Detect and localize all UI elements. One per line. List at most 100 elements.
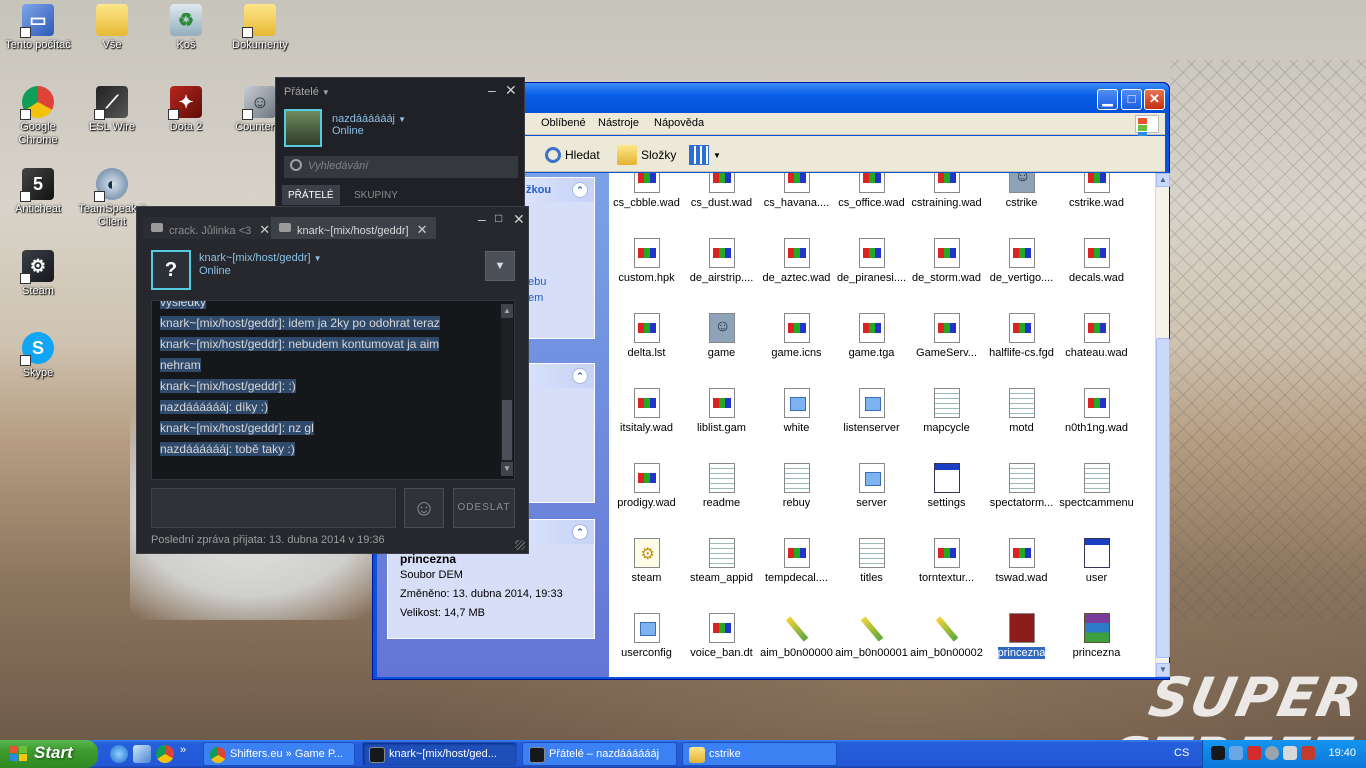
file-item[interactable]: cs_cbble.wad: [609, 173, 684, 209]
collapse-chevron-icon[interactable]: ⌃: [572, 524, 588, 540]
file-item[interactable]: aim_b0n00001: [834, 613, 909, 659]
file-item[interactable]: delta.lst: [609, 313, 684, 359]
file-item[interactable]: aim_b0n00000: [759, 613, 834, 659]
file-item[interactable]: princezna: [984, 613, 1059, 659]
maximize-button[interactable]: □: [1121, 89, 1142, 110]
desktop-icon-skype[interactable]: S Skype: [0, 332, 76, 380]
file-item[interactable]: chateau.wad: [1059, 313, 1134, 359]
views-button[interactable]: ▼: [689, 144, 721, 166]
file-item[interactable]: cs_office.wad: [834, 173, 909, 209]
internet-explorer-icon[interactable]: [110, 745, 128, 763]
scroll-down-button[interactable]: ▼: [501, 462, 513, 476]
desktop-icon-anticheat[interactable]: 5 Anticheat: [0, 168, 76, 216]
file-item[interactable]: game.icns: [759, 313, 834, 359]
friends-search-input[interactable]: Vyhledávání: [284, 156, 518, 178]
security-tray-icon[interactable]: [1301, 746, 1315, 760]
scroll-up-button[interactable]: ▲: [501, 304, 513, 318]
file-item[interactable]: steam: [609, 538, 684, 584]
network-tray-icon[interactable]: [1229, 746, 1243, 760]
minimize-button[interactable]: ▁: [1097, 89, 1118, 110]
desktop-icon-chrome[interactable]: Google Chrome: [0, 86, 76, 147]
file-item[interactable]: white: [759, 388, 834, 434]
file-list-scrollbar[interactable]: ▲ ▼: [1155, 173, 1170, 677]
send-button[interactable]: ODESLAT: [453, 488, 515, 528]
quicklaunch-more-icon[interactable]: »: [180, 744, 192, 762]
scroll-up-button[interactable]: ▲: [1156, 173, 1170, 187]
close-button[interactable]: ✕: [505, 82, 517, 99]
file-item[interactable]: GameServ...: [909, 313, 984, 359]
menu-nastroje[interactable]: Nástroje: [598, 117, 639, 129]
antivirus-tray-icon[interactable]: [1247, 746, 1261, 760]
file-item[interactable]: princezna: [1059, 613, 1134, 659]
start-button[interactable]: Start: [0, 740, 98, 768]
file-item[interactable]: tempdecal....: [759, 538, 834, 584]
menu-napoveda[interactable]: Nápověda: [654, 117, 704, 129]
file-item[interactable]: cs_havana....: [759, 173, 834, 209]
steam-tray-icon[interactable]: [1211, 746, 1225, 760]
scroll-thumb[interactable]: [502, 400, 512, 460]
file-item[interactable]: de_vertigo....: [984, 238, 1059, 284]
chat-tab-julinka[interactable]: crack. Jůlinka <3 ✕: [143, 217, 279, 239]
desktop-icon-vse[interactable]: Vše: [74, 4, 150, 52]
friends-title-dropdown[interactable]: Přátelé ▼: [284, 86, 330, 98]
file-item[interactable]: user: [1059, 538, 1134, 584]
file-item[interactable]: itsitaly.wad: [609, 388, 684, 434]
desktop-icon-dota2[interactable]: ✦ Dota 2: [148, 86, 224, 134]
file-item[interactable]: de_piranesi....: [834, 238, 909, 284]
file-item[interactable]: motd: [984, 388, 1059, 434]
desktop-icon-documents[interactable]: Dokumenty: [222, 4, 298, 52]
file-item[interactable]: settings: [909, 463, 984, 509]
user-name-dropdown[interactable]: nazdááááááj ▼: [332, 113, 406, 125]
search-button[interactable]: Hledat: [545, 144, 600, 166]
file-item[interactable]: mapcycle: [909, 388, 984, 434]
user-avatar[interactable]: [284, 109, 322, 147]
language-indicator[interactable]: CS: [1174, 747, 1189, 759]
file-item[interactable]: de_aztec.wad: [759, 238, 834, 284]
file-item[interactable]: torntextur...: [909, 538, 984, 584]
file-item[interactable]: halflife-cs.fgd: [984, 313, 1059, 359]
tab-friends[interactable]: PŘÁTELÉ: [282, 185, 340, 205]
close-tab-icon[interactable]: ✕: [259, 222, 270, 237]
file-item[interactable]: de_airstrip....: [684, 238, 759, 284]
close-button[interactable]: ✕: [1144, 89, 1165, 110]
file-item[interactable]: cs_dust.wad: [684, 173, 759, 209]
file-item[interactable]: cstrike.wad: [1059, 173, 1134, 209]
file-item[interactable]: userconfig: [609, 613, 684, 659]
show-desktop-icon[interactable]: [133, 745, 151, 763]
desktop-icon-steam[interactable]: ⚙ Steam: [0, 250, 76, 298]
file-item[interactable]: voice_ban.dt: [684, 613, 759, 659]
file-item[interactable]: prodigy.wad: [609, 463, 684, 509]
chat-options-button[interactable]: ▼: [485, 251, 515, 281]
chat-message-input[interactable]: [151, 488, 396, 528]
file-item[interactable]: steam_appid: [684, 538, 759, 584]
taskbar-item-chat[interactable]: knark~[mix/host/ged...: [362, 742, 517, 766]
volume-tray-icon[interactable]: [1283, 746, 1297, 760]
collapse-chevron-icon[interactable]: ⌃: [572, 368, 588, 384]
taskbar-item-cstrike-folder[interactable]: cstrike: [682, 742, 837, 766]
folders-button[interactable]: Složky: [617, 144, 676, 166]
taskbar-item-friends[interactable]: Přátelé – nazdááááááj: [522, 742, 677, 766]
file-item[interactable]: titles: [834, 538, 909, 584]
close-button[interactable]: ✕: [513, 211, 525, 228]
scroll-thumb[interactable]: [1156, 338, 1170, 658]
file-item[interactable]: readme: [684, 463, 759, 509]
teamspeak-tray-icon[interactable]: [1265, 746, 1279, 760]
contact-avatar[interactable]: ?: [151, 250, 191, 290]
file-item[interactable]: decals.wad: [1059, 238, 1134, 284]
file-item[interactable]: liblist.gam: [684, 388, 759, 434]
collapse-chevron-icon[interactable]: ⌃: [572, 182, 588, 198]
file-item[interactable]: aim_b0n00002: [909, 613, 984, 659]
maximize-button[interactable]: □: [495, 211, 502, 225]
minimize-button[interactable]: –: [488, 82, 496, 98]
desktop-icon-computer[interactable]: ▭ Tento počítač: [0, 4, 76, 52]
menu-oblibene[interactable]: Oblíbené: [541, 117, 586, 129]
chat-scrollbar[interactable]: ▲ ▼: [501, 304, 513, 476]
chrome-quicklaunch-icon[interactable]: [156, 745, 174, 763]
minimize-button[interactable]: –: [478, 211, 486, 227]
file-item[interactable]: de_storm.wad: [909, 238, 984, 284]
chat-tab-knark[interactable]: knark~[mix/host/geddr] ✕: [271, 217, 436, 239]
file-item[interactable]: spectatorm...: [984, 463, 1059, 509]
close-tab-icon[interactable]: ✕: [417, 222, 428, 237]
file-item[interactable]: listenserver: [834, 388, 909, 434]
file-item[interactable]: game: [684, 313, 759, 359]
